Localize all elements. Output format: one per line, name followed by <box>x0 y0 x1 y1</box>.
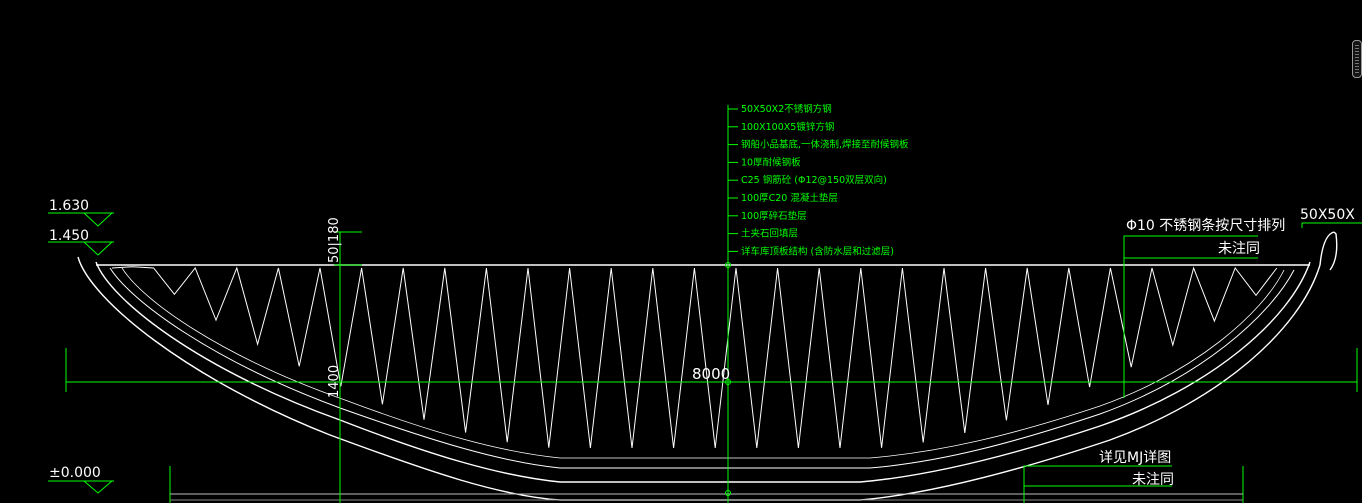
detail-reference-note: 详见MJ详图 <box>1099 450 1171 466</box>
elevation-label: 1.450 <box>49 228 89 244</box>
layer-label: 50X50X2不锈钢方钢 <box>741 103 832 115</box>
layer-stack-labels: 50X50X2不锈钢方钢 100X100X5镀锌方钢 钢船小品基底,一体浇制,焊… <box>741 103 909 257</box>
layer-label: 100厚碎石垫层 <box>741 210 807 222</box>
corner-section-label: 50X50X <box>1300 207 1355 223</box>
scrollbar-grip-icon[interactable] <box>1355 45 1359 73</box>
layer-label: C25 钢筋砼 (Φ12@150双层双向) <box>741 174 887 186</box>
detail-reference-sub: 未注同 <box>1132 472 1174 488</box>
dimension-depth: 1400 <box>327 365 342 398</box>
layer-label: 100厚C20 混凝土垫层 <box>741 192 838 204</box>
elevation-label: 1.630 <box>49 198 89 214</box>
vertical-scrollbar[interactable] <box>1352 40 1362 78</box>
layer-label: 钢船小品基底,一体浇制,焊接至耐候钢板 <box>741 139 909 151</box>
layer-label: 详车库顶板结构 (含防水层和过滤层) <box>741 245 894 257</box>
dimension-top-thickness: 50|180 <box>327 217 342 263</box>
stainless-bar-zigzag <box>111 266 1278 449</box>
right-callout-note: Φ10 不锈钢条按尺寸排列 <box>1126 217 1285 234</box>
zigzag-bar-line <box>111 266 1278 449</box>
layer-label: 土夹石回填层 <box>741 228 798 240</box>
dimension-width: 8000 <box>692 365 730 383</box>
green-annotations <box>48 105 1362 503</box>
right-callout-sub: 未注同 <box>1218 241 1260 257</box>
elevation-label: ±0.000 <box>49 465 101 481</box>
layer-callout-ticks <box>728 108 738 252</box>
layer-label: 100X100X5镀锌方钢 <box>741 121 834 133</box>
cad-drawing-canvas[interactable]: 1.630 1.450 ±0.000 50X50X2不锈钢方钢 100X100X… <box>0 0 1362 503</box>
layer-label: 10厚耐候钢板 <box>741 156 801 168</box>
